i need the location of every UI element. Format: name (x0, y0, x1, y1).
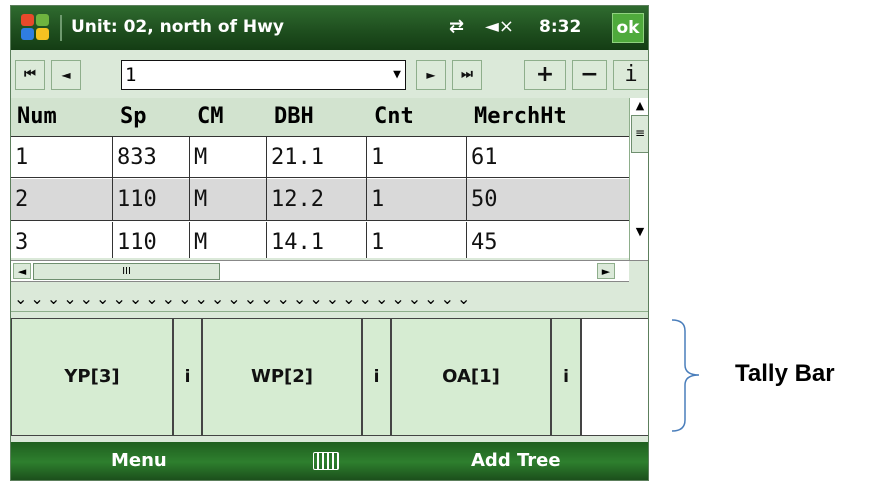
tree-data-grid[interactable]: Num Sp CM DBH Cnt MerchHt 1 833 M 21.1 1… (11, 98, 629, 258)
last-record-button[interactable]: ⏭ (452, 60, 482, 90)
cell-merchht[interactable]: 45 (467, 222, 629, 258)
cell-cm[interactable]: M (190, 179, 267, 221)
table-row[interactable]: 1 833 M 21.1 1 61 (11, 136, 629, 179)
keyboard-icon[interactable] (313, 452, 339, 470)
vertical-scrollbar[interactable]: ▲ ≡ ▼ (629, 98, 648, 260)
column-header-sp[interactable]: Sp (114, 98, 147, 136)
connectivity-icon[interactable]: ⇄ (449, 16, 464, 37)
cell-num[interactable]: 3 (11, 222, 113, 258)
cell-cm[interactable]: M (190, 137, 267, 179)
tally-button-oa[interactable]: OA[1] (391, 318, 551, 436)
bracket-icon (671, 319, 700, 432)
cell-cnt[interactable]: 1 (367, 222, 467, 258)
clock[interactable]: 8:32 (539, 17, 581, 37)
first-record-button[interactable]: ⏮ (15, 60, 45, 90)
cell-merchht[interactable]: 50 (467, 179, 629, 221)
tally-button-wp[interactable]: WP[2] (202, 318, 362, 436)
horizontal-scroll-thumb[interactable]: III (33, 263, 220, 280)
scrollbar-corner (629, 260, 648, 282)
tally-info-button-wp[interactable]: i (362, 318, 391, 436)
previous-record-button[interactable]: ◄ (51, 60, 81, 90)
add-tree-softkey[interactable]: Add Tree (471, 450, 561, 471)
tally-empty-slot (581, 318, 648, 436)
windows-start-icon[interactable] (21, 14, 51, 42)
cell-num[interactable]: 2 (11, 179, 113, 221)
volume-muted-icon[interactable]: ◄× (485, 16, 514, 37)
cell-cnt[interactable]: 1 (367, 137, 467, 179)
cell-cnt[interactable]: 1 (367, 179, 467, 221)
info-button[interactable]: i (613, 60, 648, 90)
table-row[interactable]: 3 110 M 14.1 1 45 (11, 222, 629, 258)
cell-sp[interactable]: 110 (113, 222, 190, 258)
vertical-scroll-thumb[interactable]: ≡ (631, 115, 648, 153)
record-toolbar: ⏮ ◄ 1 ▼ ► ⏭ + − i (11, 58, 648, 93)
tally-info-button-yp[interactable]: i (173, 318, 202, 436)
pocketpc-window: Unit: 02, north of Hwy ⇄ ◄× 8:32 ok ⏮ ◄ … (10, 5, 649, 481)
table-row-selected[interactable]: 2 110 M 12.2 1 50 (11, 179, 629, 221)
scroll-up-icon[interactable]: ▲ (630, 98, 648, 114)
column-header-num[interactable]: Num (11, 98, 57, 136)
cell-sp[interactable]: 833 (113, 137, 190, 179)
title-bar: Unit: 02, north of Hwy ⇄ ◄× 8:32 ok (11, 6, 648, 50)
menu-softkey[interactable]: Menu (111, 450, 167, 471)
cell-cm[interactable]: M (190, 222, 267, 258)
add-record-button[interactable]: + (524, 60, 566, 90)
soft-key-bar: Menu Add Tree (11, 442, 648, 480)
chevron-down-icon: ▼ (393, 67, 401, 82)
record-selector-value: 1 (125, 64, 137, 86)
record-selector[interactable]: 1 ▼ (121, 60, 406, 90)
tally-info-button-oa[interactable]: i (551, 318, 581, 436)
cell-dbh[interactable]: 12.2 (267, 179, 367, 221)
cell-dbh[interactable]: 14.1 (267, 222, 367, 258)
cell-dbh[interactable]: 21.1 (267, 137, 367, 179)
cell-merchht[interactable]: 61 (467, 137, 629, 179)
scroll-down-icon[interactable]: ▼ (630, 224, 648, 240)
cell-num[interactable]: 1 (11, 137, 113, 179)
scroll-right-icon[interactable]: ► (597, 263, 615, 279)
grid-header: Num Sp CM DBH Cnt MerchHt (11, 98, 629, 136)
column-header-dbh[interactable]: DBH (268, 98, 314, 136)
cell-sp[interactable]: 110 (113, 179, 190, 221)
column-header-cnt[interactable]: Cnt (368, 98, 414, 136)
horizontal-scrollbar[interactable]: ◄ III ► (11, 260, 629, 282)
tally-bar: YP[3] i WP[2] i OA[1] i (11, 315, 648, 439)
column-header-cm[interactable]: CM (191, 98, 224, 136)
next-record-button[interactable]: ► (416, 60, 446, 90)
title-separator (60, 15, 62, 41)
ok-button[interactable]: ok (612, 13, 644, 43)
window-title: Unit: 02, north of Hwy (71, 17, 284, 37)
column-header-merchht[interactable]: MerchHt (468, 98, 567, 136)
scroll-left-icon[interactable]: ◄ (13, 263, 31, 279)
delete-record-button[interactable]: − (572, 60, 607, 90)
tally-bar-callout-label: Tally Bar (735, 360, 835, 387)
expand-splitter-icon[interactable]: ⌄⌄⌄⌄⌄⌄⌄⌄⌄⌄⌄⌄⌄⌄⌄⌄⌄⌄⌄⌄⌄⌄⌄⌄⌄⌄⌄⌄ (11, 286, 648, 312)
tally-button-yp[interactable]: YP[3] (11, 318, 173, 436)
